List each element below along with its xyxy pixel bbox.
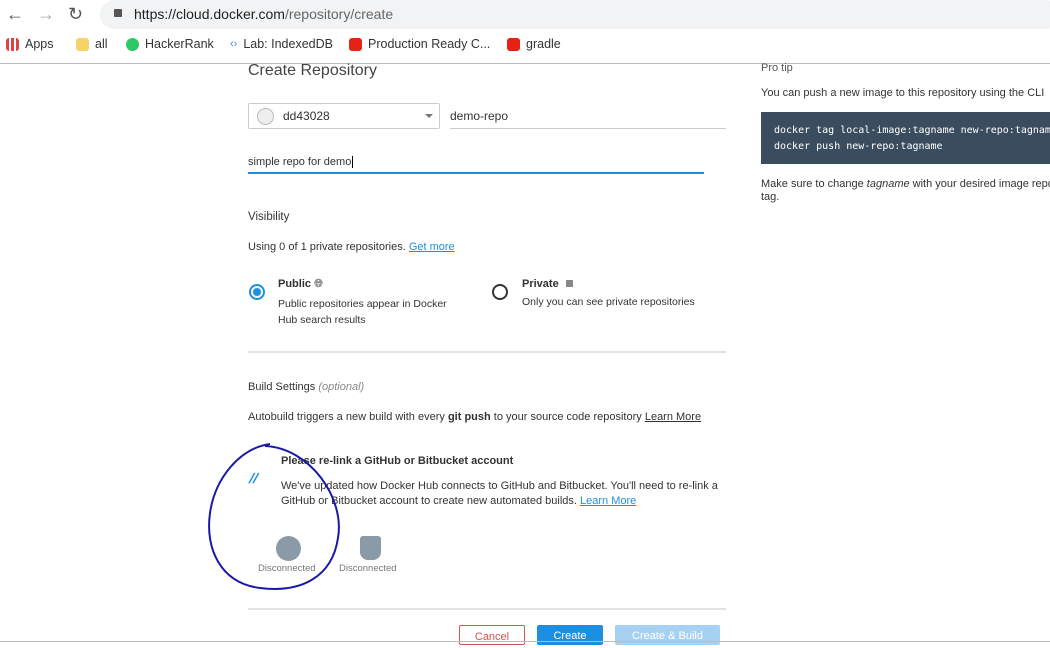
hand-drawn-circle-annotation [208,443,340,590]
create-and-build-button[interactable]: Create & Build [615,625,720,645]
build-settings-heading: Build Settings (optional) [248,381,365,393]
private-label[interactable]: Private [522,278,573,290]
learn-more-link[interactable]: Learn More [645,411,701,423]
browser-chrome: ← → ↻ https://cloud.docker.com/repositor… [0,0,1050,64]
codelabs-icon: ‹› [230,38,238,50]
bookmark-production-ready[interactable]: Production Ready C... [349,37,490,51]
repo-name-input[interactable]: demo-repo [450,103,726,129]
relink-learn-more-link[interactable]: Learn More [580,495,636,507]
bitbucket-icon[interactable] [360,536,381,560]
visibility-heading: Visibility [248,211,290,223]
avatar [257,108,274,125]
back-icon[interactable]: ← [6,4,24,25]
protip-note: Make sure to change tagname with your de… [761,178,1050,203]
bookmark-all[interactable]: all [76,37,108,51]
folder-icon [76,37,89,51]
youtube-icon [349,37,362,51]
lock-icon [565,280,573,287]
divider [248,351,726,353]
protip-code-block: docker tag local-image:tagname new-repo:… [761,112,1050,164]
private-description: Only you can see private repositories [522,296,695,308]
public-description: Public repositories appear in Docker Hub … [278,298,447,326]
bookmark-indexeddb[interactable]: ‹› Lab: IndexedDB [230,37,333,51]
globe-icon: 🌐︎ [314,278,323,290]
bottom-border [0,641,1050,642]
usage-text: Using 0 of 1 private repositories. Get m… [248,241,455,253]
page-title: Create Repository [248,62,377,79]
cancel-button[interactable]: Cancel [459,625,525,645]
create-button[interactable]: Create [537,625,603,645]
protip-title: Pro tip [761,62,793,74]
bookmark-hackerrank[interactable]: HackerRank [126,37,214,51]
bookmark-gradle[interactable]: gradle [507,37,561,51]
namespace-select[interactable]: dd43028 [248,103,440,129]
chevron-down-icon [425,114,433,122]
get-more-link[interactable]: Get more [409,241,455,253]
public-label[interactable]: Public 🌐︎ [278,278,323,291]
lock-icon [114,9,122,17]
private-radio[interactable] [492,284,508,300]
forward-icon[interactable]: → [37,4,55,25]
address-bar[interactable]: https://cloud.docker.com/repository/crea… [100,0,1050,29]
description-input[interactable]: simple repo for demo [248,152,704,174]
youtube-icon [507,37,520,51]
reload-icon[interactable]: ↻ [68,4,83,25]
bookmark-apps[interactable]: Apps [6,37,54,51]
protip-intro: You can push a new image to this reposit… [761,87,1045,99]
public-radio[interactable] [249,284,265,300]
divider [248,608,726,610]
apps-grid-icon [6,37,19,51]
hackerrank-icon [126,37,139,51]
autobuild-text: Autobuild triggers a new build with ever… [248,411,702,423]
